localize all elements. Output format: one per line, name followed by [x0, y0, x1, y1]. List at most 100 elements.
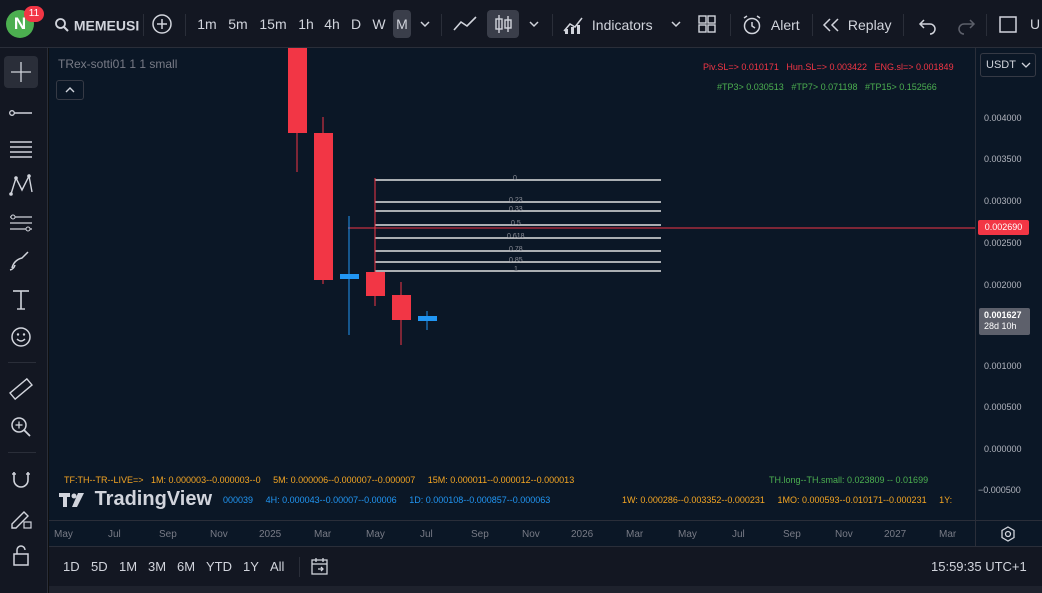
range-ytd[interactable]: YTD [206, 559, 232, 574]
tf-5m: 5M: 0.000006--0.000007--0.000007 [273, 475, 416, 485]
price-label: 0.004000 [984, 113, 1022, 123]
time-label: Mar [314, 529, 332, 540]
time-label: Sep [783, 529, 801, 540]
candle-down [314, 133, 333, 280]
fib-label: 0.5 [511, 220, 521, 227]
candle-up [340, 274, 359, 279]
interval-dropdown[interactable] [415, 10, 435, 38]
th-long-small: TH.long--TH.small: 0.023809 -- 0.01699 [769, 475, 929, 485]
chevron-down-icon [1021, 62, 1031, 68]
stoploss-row: Piv.SL=> 0.010171 Hun.SL=> 0.003422 ENG.… [703, 62, 954, 72]
range-6m[interactable]: 6M [177, 559, 195, 574]
chart-type-dropdown[interactable] [524, 10, 544, 38]
redo-icon[interactable] [954, 10, 978, 38]
compare-add-icon[interactable] [151, 10, 175, 38]
time-label: Mar [939, 529, 957, 540]
smiley-icon[interactable] [4, 322, 36, 352]
indicators-button[interactable]: Indicators [562, 10, 662, 38]
interval-5m[interactable]: 5m [225, 10, 251, 38]
range-1m[interactable]: 1M [119, 559, 137, 574]
piv-sl: Piv.SL=> 0.010171 [703, 62, 779, 72]
indicators-icon [562, 15, 584, 35]
tf-1mo: 1MO: 0.000593--0.010171--0.000231 [777, 495, 927, 505]
price-label: 0.002000 [984, 280, 1022, 290]
crosshair-icon[interactable] [4, 56, 38, 88]
interval-w[interactable]: W [369, 10, 389, 38]
trend-line-icon[interactable] [4, 98, 36, 128]
fib-label: 0 [513, 175, 517, 182]
time-label: Jul [420, 529, 433, 540]
indicators-dropdown[interactable] [667, 10, 685, 38]
price-axis[interactable]: USDT 0.004000 0.003500 0.003000 0.002500… [975, 48, 1042, 520]
time-label: May [366, 529, 385, 540]
bottom-toolbar: 1D 5D 1M 3M 6M YTD 1Y All 15:59:35 UTC+1 [49, 546, 1042, 586]
fullscreen-icon[interactable] [996, 10, 1020, 38]
fib-label: 0.618 [507, 233, 525, 240]
range-all[interactable]: All [270, 559, 284, 574]
chart-pane[interactable]: 0 0.23 0.33 0.5 0.618 0.78 0.85 1 TRex-s… [49, 48, 975, 520]
chevron-down-icon [671, 21, 681, 28]
fib-label: 0.78 [509, 246, 523, 253]
fib-tool-icon[interactable] [4, 208, 36, 238]
horizontal-lines-icon[interactable] [4, 134, 36, 164]
symbol-search[interactable]: MEMEUSI [54, 10, 146, 38]
eng-sl: ENG.sl=> 0.001849 [874, 62, 954, 72]
time-axis[interactable]: May Jul Sep Nov 2025 Mar May Jul Sep Nov… [49, 520, 1042, 547]
replay-button[interactable]: Replay [821, 10, 896, 38]
range-5d[interactable]: 5D [91, 559, 108, 574]
tf-row-2-right: 1W: 0.000286--0.003352--0.000231 1MO: 0.… [622, 495, 952, 505]
range-1d[interactable]: 1D [63, 559, 80, 574]
bottom-panel-strip [49, 586, 1042, 593]
pattern-tool-icon[interactable] [4, 170, 36, 200]
settings-gear-icon[interactable] [999, 525, 1017, 543]
price-label: 0.001000 [984, 361, 1022, 371]
undo-icon[interactable] [916, 10, 940, 38]
interval-15m[interactable]: 15m [257, 10, 289, 38]
fib-label: 0.33 [509, 206, 523, 213]
layouts-grid-icon[interactable] [694, 10, 720, 38]
line-chart-icon[interactable] [450, 10, 480, 38]
tf-1d: 1D: 0.000108--0.000857--0.000063 [409, 495, 551, 505]
fib-label: 1 [514, 266, 518, 273]
go-to-date-icon[interactable] [309, 556, 331, 578]
tf-row-1: TF:TH--TR--LIVE=> 1M: 0.000003--0.000003… [64, 475, 574, 485]
clock-timezone[interactable]: 15:59:35 UTC+1 [931, 559, 1027, 574]
interval-4h[interactable]: 4h [321, 10, 343, 38]
tf-1w: 1W: 0.000286--0.003352--0.000231 [622, 495, 765, 505]
drawing-toolbar [0, 48, 48, 593]
time-label: Sep [471, 529, 489, 540]
candles [288, 48, 437, 345]
tp15: #TP15> 0.152566 [864, 82, 937, 92]
indicator-name[interactable]: TRex-sotti01 1 1 small [58, 57, 177, 71]
takeprofit-row: #TP3> 0.030513 #TP7> 0.071198 #TP15> 0.1… [717, 82, 937, 92]
zoom-in-icon[interactable] [4, 412, 36, 442]
bar-countdown: 28d 10h [984, 321, 1017, 331]
notification-badge: 11 [24, 6, 44, 22]
lock-icon[interactable] [4, 540, 36, 570]
currency-select[interactable]: USDT [980, 53, 1036, 77]
tradingview-logo-text: TradingView [94, 488, 213, 511]
indicators-label: Indicators [591, 17, 653, 34]
time-label: 2027 [884, 529, 907, 540]
alert-button[interactable]: Alert [741, 10, 807, 38]
range-3m[interactable]: 3M [148, 559, 166, 574]
interval-1m[interactable]: 1m [194, 10, 220, 38]
ruler-icon[interactable] [4, 374, 36, 404]
interval-d[interactable]: D [347, 10, 365, 38]
magnet-icon[interactable] [4, 464, 36, 494]
candles-chart-icon[interactable] [487, 10, 519, 38]
last-price-tag: 0.001627 28d 10h [979, 308, 1030, 335]
text-tool-icon[interactable] [4, 284, 36, 314]
time-label: Nov [210, 529, 228, 540]
interval-1h[interactable]: 1h [295, 10, 317, 38]
collapse-legend-button[interactable] [56, 80, 84, 100]
range-1y[interactable]: 1Y [243, 559, 259, 574]
tf-4h: 4H: 0.000043--0.00007--0.00006 [265, 495, 397, 505]
tf-row-2: 000039 4H: 0.000043--0.00007--0.00006 1D… [223, 495, 550, 505]
time-label: Nov [522, 529, 540, 540]
alert-label: Alert [770, 17, 800, 34]
lock-drawing-pencil-icon[interactable] [4, 502, 36, 532]
interval-m[interactable]: M [393, 10, 411, 38]
brush-icon[interactable] [4, 246, 36, 276]
price-label: 0.000500 [984, 402, 1022, 412]
